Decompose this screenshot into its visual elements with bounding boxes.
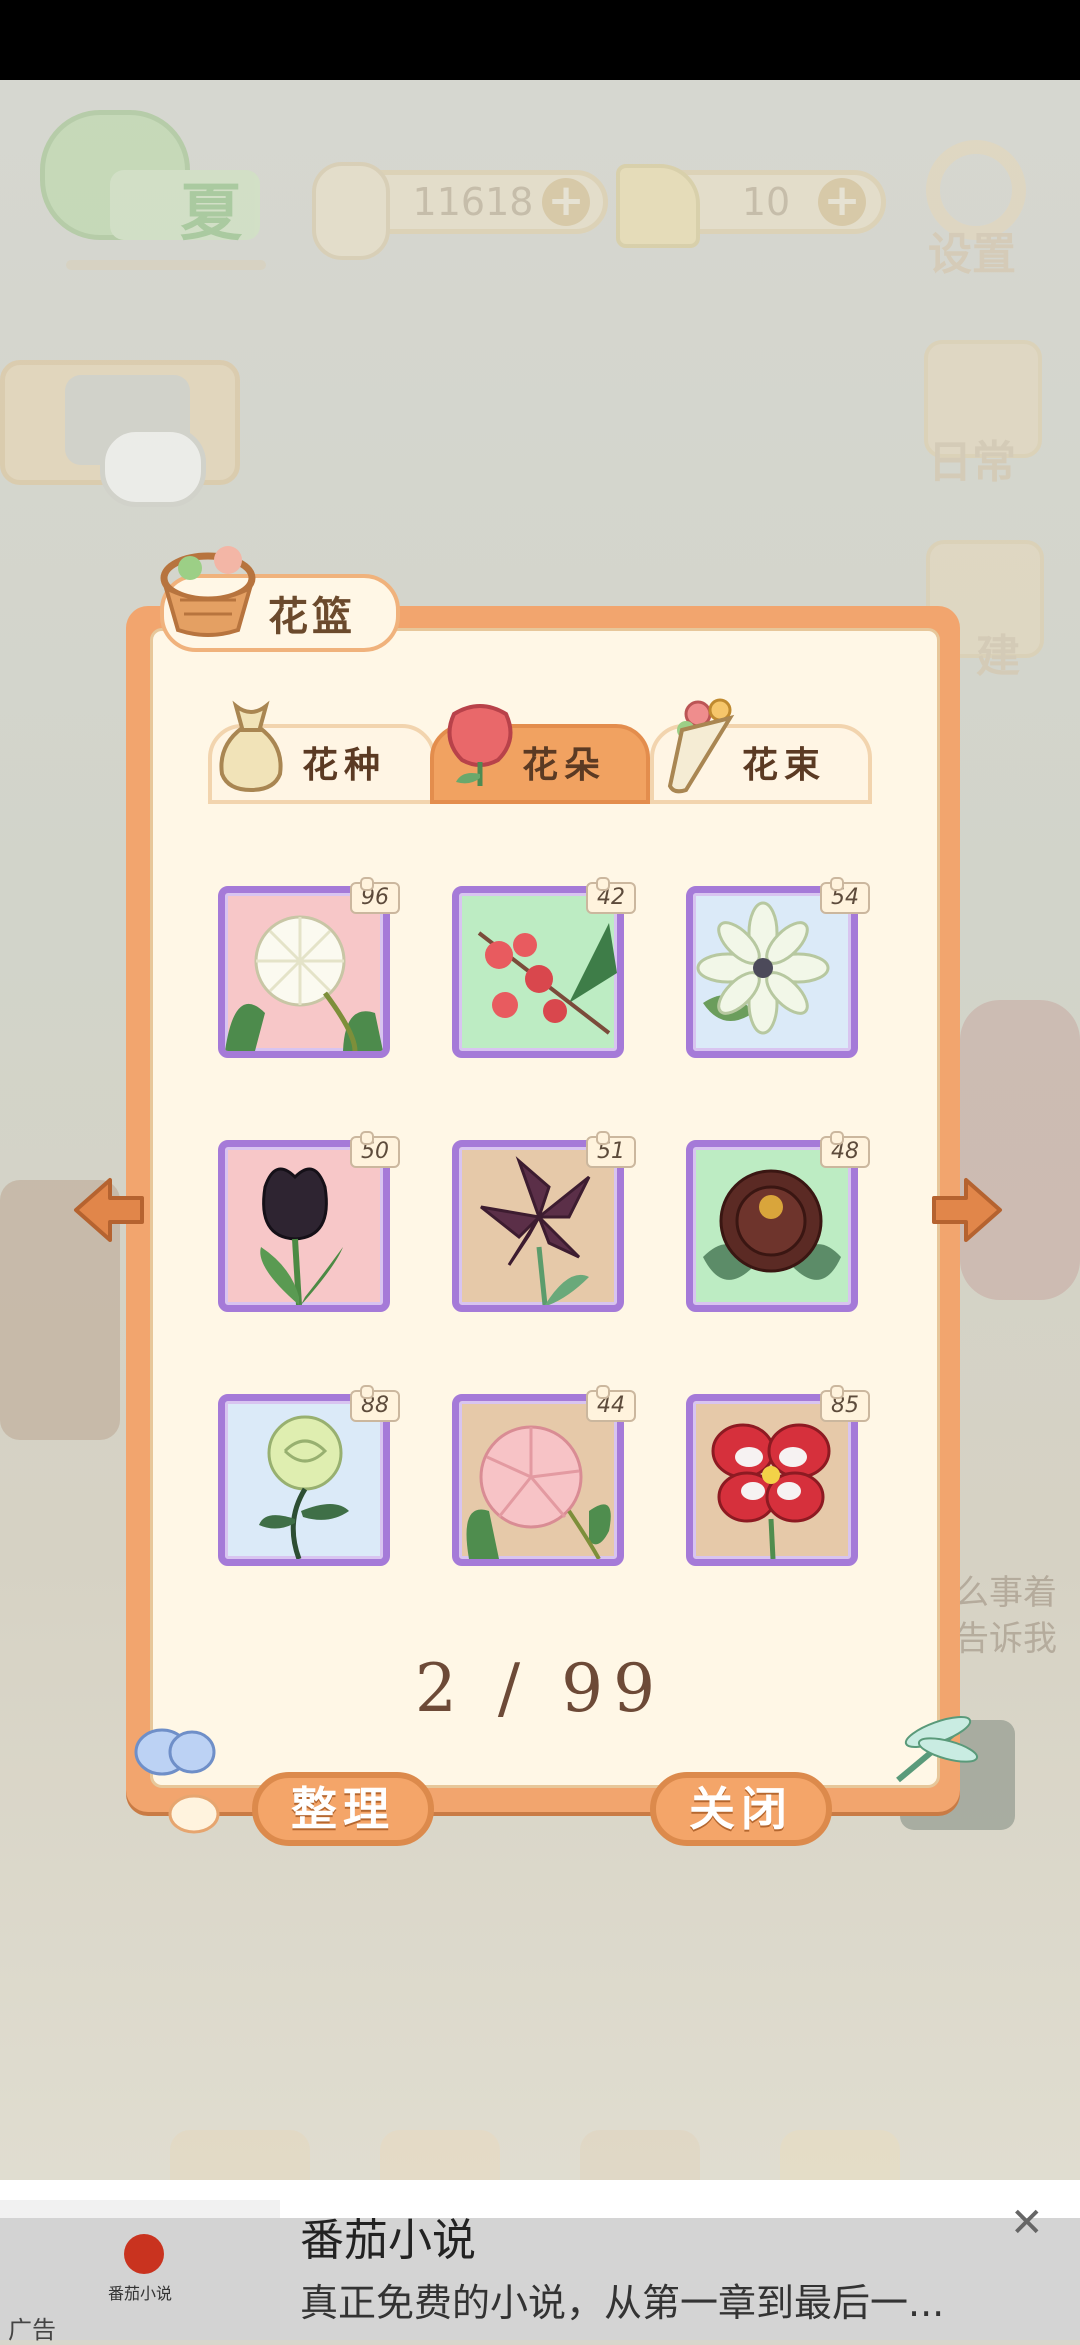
ad-brand-small: 番茄小说 [108,2284,173,2303]
daily-button[interactable]: 日常 [910,340,1050,488]
flower-count-3: 54 [820,877,870,914]
close-button[interactable]: 关闭 [650,1772,832,1846]
panel-title: 花篮 [268,594,356,640]
flower-count-9: 85 [820,1385,870,1422]
dragonfly-icon [896,1716,979,1783]
play-icon [100,427,206,507]
build-label: 建 [976,631,1020,682]
close-icon[interactable]: ✕ [1010,2200,1044,2246]
white-dahlia-icon [696,901,830,1035]
tab-seeds-label: 花种 [302,745,387,786]
green-rose-icon [259,1415,349,1559]
hint-line-1: 么事着 [955,1573,1057,1613]
red-white-pansy-icon [711,1423,831,1559]
fish-add-button[interactable]: + [542,178,590,226]
season-label: 夏 [180,176,243,249]
status-bar [0,0,1080,80]
basket-icon [160,546,256,637]
fish-counter[interactable]: 11618 + [312,162,608,260]
flower-count-4: 50 [350,1131,400,1168]
settings-label: 设置 [928,229,1016,280]
ad-banner[interactable]: 番茄小说 番茄小说 真正免费的小说，从第一章到最后一... ✕ 广告 [0,2180,1080,2344]
ad-tagline: 真正免费的小说，从第一章到最后一... [300,2281,945,2325]
ad-app-name: 番茄小说 [300,2215,476,2266]
fish-bone-icon [312,162,390,260]
scenery-mushroom [960,1000,1080,1300]
flower-count-2: 42 [586,877,636,914]
flower-count-5: 51 [586,1131,636,1168]
pink-hibiscus-icon [466,1425,611,1559]
settings-button[interactable]: 设置 [920,140,1040,280]
tab-flowers-label: 花朵 [522,745,607,786]
next-page-arrow-icon[interactable] [928,1170,1008,1250]
cheese-icon [616,164,700,248]
cheese-count: 10 [741,180,791,224]
tab-bouquets-label: 花束 [742,745,827,786]
cheese-add-button[interactable]: + [818,178,866,226]
flower-count-1: 96 [350,877,400,914]
seed-bag-icon [219,700,283,793]
butterfly-icon [134,1728,220,1834]
black-tulip-icon [260,1167,343,1305]
tomato-logo-icon [124,2234,164,2274]
daily-label: 日常 [928,437,1016,488]
fish-count: 11618 [412,180,534,224]
red-cluster-flower-icon [477,923,617,1035]
white-morning-glory-icon [225,915,383,1051]
flower-count-7: 88 [350,1385,400,1422]
flower-count-8: 44 [586,1385,636,1422]
video-reward-button[interactable] [0,360,240,507]
sort-button[interactable]: 整理 [252,1772,434,1846]
purple-lily-icon [480,1156,591,1305]
cheese-counter[interactable]: 10 + [616,164,886,248]
bouquet-icon [667,698,735,794]
rose-icon [447,704,513,786]
flower-count-6: 48 [820,1131,870,1168]
season-badge[interactable]: 夏 [30,100,270,270]
previous-page-arrow-icon[interactable] [68,1170,148,1250]
dark-peony-icon [703,1169,841,1280]
